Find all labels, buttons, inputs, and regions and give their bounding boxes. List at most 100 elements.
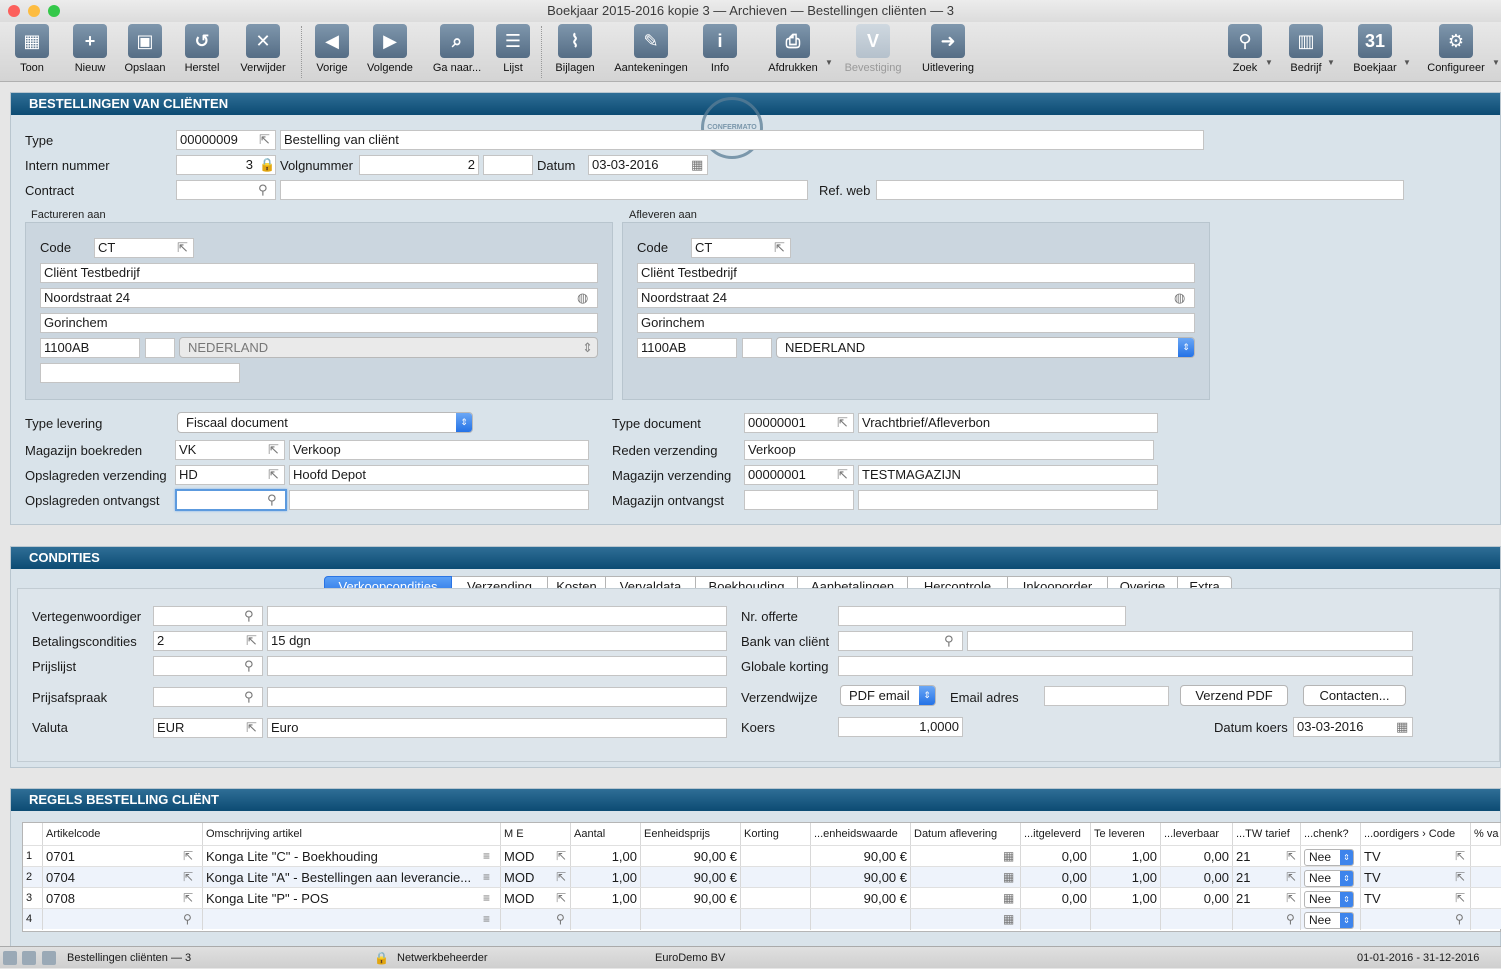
bill-city-field[interactable]: Gorinchem [40,313,598,333]
column-header[interactable]: Korting [741,823,811,845]
cell-code[interactable] [43,909,203,930]
link-arrow-icon[interactable]: ⇱ [268,441,279,459]
column-header[interactable]: ...TW tarief [1233,823,1301,845]
calendar-icon[interactable]: ▦ [1003,910,1014,928]
calendar-icon[interactable]: ▦ [1003,868,1014,886]
cell-waarde[interactable]: 90,00 € [811,846,911,867]
koers-field[interactable]: 1,0000 [838,717,963,737]
search-icon[interactable]: ⚲ [244,607,254,625]
toolbar-volgende-button[interactable]: ▶ Volgende [360,24,420,74]
bill-zip-field[interactable]: 1100AB [40,338,140,358]
cell-leverbaar[interactable]: 0,00 [1161,867,1233,888]
column-header[interactable]: Te leveren [1091,823,1161,845]
cell-desc[interactable]: Konga Lite "C" - Boekhouding [203,846,501,867]
column-header[interactable]: M E [501,823,571,845]
calendar-icon[interactable]: ▦ [1396,718,1408,736]
link-arrow-icon[interactable]: ⇱ [183,868,193,886]
bill-street-field[interactable]: Noordstraat 24 [40,288,598,308]
opslagreden-verzending-desc-field[interactable]: Hoofd Depot [289,465,589,485]
column-header[interactable]: Artikelcode [43,823,203,845]
cell-korting[interactable] [741,846,811,867]
toolbar-nieuw-button[interactable]: + Nieuw [65,24,115,74]
ref-web-field[interactable] [876,180,1404,200]
cell-geschenk[interactable]: Nee ⇕ [1301,909,1361,930]
ship-street-field[interactable]: Noordstraat 24 [637,288,1195,308]
volgnummer-field[interactable]: 2 [359,155,479,175]
cell-desc[interactable]: Konga Lite "A" - Bestellingen aan levera… [203,867,501,888]
cell-waarde[interactable]: 90,00 € [811,867,911,888]
link-arrow-icon[interactable]: ⇱ [1286,868,1296,886]
cell-uitgeleverd[interactable] [1021,909,1091,930]
close-window-button[interactable] [8,5,20,17]
cell-geschenk[interactable]: Nee ⇕ [1301,867,1361,888]
cell-uitgeleverd[interactable]: 0,00 [1021,846,1091,867]
type-levering-select[interactable]: Fiscaal document ⇕ [177,412,473,433]
search-icon[interactable]: ⚲ [183,910,192,928]
dropdown-arrow-icon[interactable]: ▼ [1403,58,1411,67]
cell-uitgeleverd[interactable]: 0,00 [1021,867,1091,888]
column-header[interactable]: ...oordigers › Code [1361,823,1471,845]
contacten-button[interactable]: Contacten... [1303,685,1406,706]
cell-code[interactable]: 0704 [43,867,203,888]
zoom-window-button[interactable] [48,5,60,17]
cell-televeren[interactable]: 1,00 [1091,867,1161,888]
cell-korting[interactable] [741,909,811,930]
column-header[interactable]: ...itgeleverd [1021,823,1091,845]
toolbar-afdrukken-button[interactable]: ⎙ Afdrukken [763,24,823,74]
geschenk-select[interactable]: Nee ⇕ [1304,870,1354,887]
list-icon[interactable]: ≡ [483,910,490,928]
table-row[interactable]: 1 0701 Konga Lite "C" - Boekhouding MOD 1,00… [23,845,1501,867]
type-description-field[interactable]: Bestelling van cliënt [280,130,1204,150]
cell-code[interactable]: 0708 [43,888,203,909]
datum-field[interactable]: 03-03-2016 [588,155,708,175]
cell-geschenk[interactable]: Nee ⇕ [1301,846,1361,867]
search-icon[interactable]: ⚲ [258,181,268,199]
column-header[interactable]: ...chenk? [1301,823,1361,845]
geschenk-select[interactable]: Nee ⇕ [1304,891,1354,908]
link-arrow-icon[interactable]: ⇱ [246,719,257,737]
opslagreden-ontvangst-desc-field[interactable] [289,490,589,510]
dropdown-arrow-icon[interactable]: ▼ [825,58,833,67]
cell-leverbaar[interactable] [1161,909,1233,930]
first-record-icon[interactable] [3,951,17,965]
search-icon[interactable]: ⚲ [1455,910,1464,928]
globe-icon[interactable]: ◍ [577,289,588,307]
link-arrow-icon[interactable]: ⇱ [177,239,188,257]
column-header[interactable]: % va [1471,823,1501,845]
cell-geschenk[interactable]: Nee ⇕ [1301,888,1361,909]
globale-korting-field[interactable] [838,656,1413,676]
search-icon[interactable]: ⚲ [267,491,277,509]
cell-desc[interactable]: Konga Lite "P" - POS [203,888,501,909]
cell-prijs[interactable]: 90,00 € [641,867,741,888]
bill-province-field[interactable] [145,338,175,358]
toolbar-ganaar-button[interactable]: ⌕ Ga naar... [427,24,487,74]
cell-korting[interactable] [741,888,811,909]
table-row[interactable]: 3 0708 Konga Lite "P" - POS MOD 1,00 90,00 €9… [23,887,1501,909]
toolbar-info-button[interactable]: i Info [700,24,740,74]
list-icon[interactable]: ≡ [483,847,490,865]
bill-extra-field[interactable] [40,363,240,383]
cell-televeren[interactable]: 1,00 [1091,846,1161,867]
column-header[interactable]: ...leverbaar [1161,823,1233,845]
link-arrow-icon[interactable]: ⇱ [837,414,848,432]
cell-desc[interactable] [203,909,501,930]
cell-televeren[interactable] [1091,909,1161,930]
cell-aantal[interactable]: 1,00 [571,888,641,909]
link-arrow-icon[interactable]: ⇱ [556,847,566,865]
dropdown-arrow-icon[interactable]: ▼ [1492,58,1500,67]
type-document-desc-field[interactable]: Vrachtbrief/Afleverbon [858,413,1158,433]
dropdown-arrow-icon[interactable]: ▼ [1265,58,1273,67]
bank-desc-field[interactable] [967,631,1413,651]
toolbar-bevestiging-button[interactable]: V Bevestiging [838,24,908,74]
cell-prijs[interactable] [641,909,741,930]
cell-uitgeleverd[interactable]: 0,00 [1021,888,1091,909]
prijsafspraak-desc-field[interactable] [267,687,727,707]
calendar-icon[interactable]: ▦ [691,156,703,174]
table-row[interactable]: 2 0704 Konga Lite "A" - Bestellingen aan l… [23,866,1501,888]
search-icon[interactable]: ⚲ [1286,910,1295,928]
link-arrow-icon[interactable]: ⇱ [556,889,566,907]
link-arrow-icon[interactable]: ⇱ [1455,847,1465,865]
search-icon[interactable]: ⚲ [244,657,254,675]
volgnummer-suffix-field[interactable] [483,155,533,175]
minimize-window-button[interactable] [28,5,40,17]
